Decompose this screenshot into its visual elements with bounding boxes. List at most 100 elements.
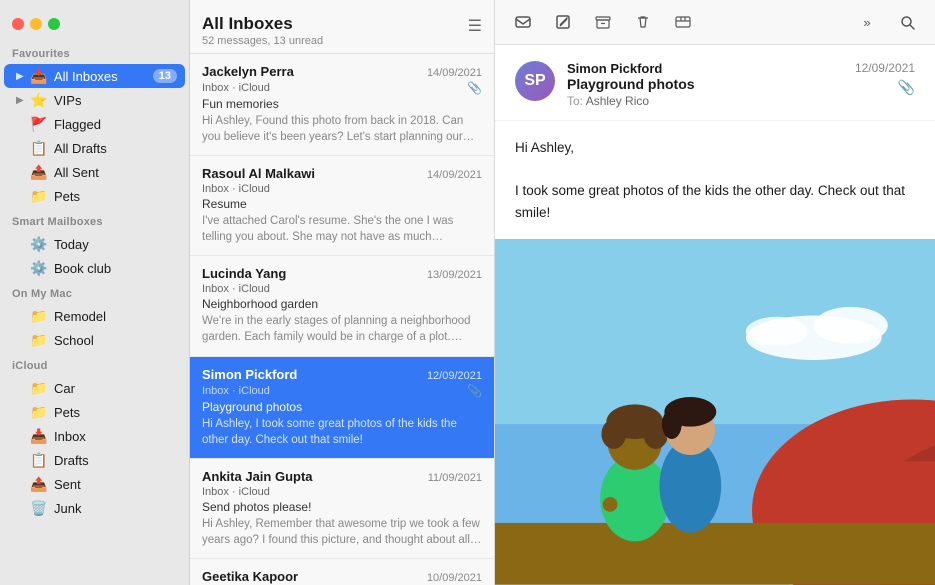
email-item[interactable]: Geetika Kapoor 10/09/2021 Inbox · iCloud… [190, 559, 494, 585]
email-item[interactable]: Ankita Jain Gupta 11/09/2021 Inbox · iCl… [190, 459, 494, 559]
to-label: To: [567, 94, 586, 108]
sidebar-item-car[interactable]: ▶ 📁 Car [4, 376, 185, 400]
attachment-icon: 📎 [467, 384, 482, 398]
book-club-icon: ⚙️ [30, 259, 48, 277]
email-preview: Hi Ashley, I took some great photos of t… [202, 416, 482, 448]
email-subject: Neighborhood garden [202, 297, 482, 311]
sidebar-item-label: Inbox [54, 429, 177, 444]
sidebar-item-junk-icloud[interactable]: ▶ 🗑️ Junk [4, 496, 185, 520]
email-folder: Inbox · iCloud [202, 486, 270, 498]
email-sender: Lucinda Yang [202, 266, 286, 281]
sidebar-item-label: Drafts [54, 453, 177, 468]
inbox-icon: 📥 [30, 67, 48, 85]
sidebar-section-icloud: iCloud [0, 352, 189, 376]
email-item[interactable]: Lucinda Yang 13/09/2021 Inbox · iCloud N… [190, 256, 494, 356]
avatar: SP [515, 61, 555, 101]
sidebar-item-label: Book club [54, 261, 177, 276]
reply-button[interactable] [507, 8, 539, 36]
sidebar-item-drafts-icloud[interactable]: ▶ 📋 Drafts [4, 448, 185, 472]
email-folder: Inbox · iCloud [202, 283, 270, 295]
email-item[interactable]: Jackelyn Perra 14/09/2021 Inbox · iCloud… [190, 54, 494, 156]
junk-icon: 🗑️ [30, 499, 48, 517]
email-date: 14/09/2021 [427, 67, 482, 79]
detail-from: Simon Pickford [567, 61, 843, 76]
compose-button[interactable] [547, 8, 579, 36]
email-folder: Inbox · iCloud [202, 82, 270, 94]
sidebar-section-favourites: Favourites [0, 40, 189, 64]
email-folder: Inbox · iCloud [202, 183, 270, 195]
detail-toolbar: » [495, 0, 935, 45]
email-date: 14/09/2021 [427, 169, 482, 181]
sidebar-item-label: VIPs [54, 93, 177, 108]
sidebar-item-sent-icloud[interactable]: ▶ 📤 Sent [4, 472, 185, 496]
sidebar-item-vips[interactable]: ▶ ⭐ VIPs [4, 88, 185, 112]
folder-icon: 📁 [30, 379, 48, 397]
sidebar-item-book-club[interactable]: ▶ ⚙️ Book club [4, 256, 185, 280]
search-button[interactable] [891, 8, 923, 36]
email-sender: Jackelyn Perra [202, 64, 294, 79]
sidebar-item-school[interactable]: ▶ 📁 School [4, 328, 185, 352]
sidebar-item-label: Sent [54, 477, 177, 492]
sidebar-item-label: Junk [54, 501, 177, 516]
drafts-icon: 📋 [30, 451, 48, 469]
sidebar-item-inbox-icloud[interactable]: ▶ 📥 Inbox [4, 424, 185, 448]
email-date: 13/09/2021 [427, 269, 482, 281]
maximize-button[interactable] [48, 18, 60, 30]
sidebar-item-all-sent[interactable]: ▶ 📤 All Sent [4, 160, 185, 184]
email-preview: Hi Ashley, Remember that awesome trip we… [202, 516, 482, 548]
sidebar-item-label: Today [54, 237, 177, 252]
archive-button[interactable] [587, 8, 619, 36]
to-value: Ashley Rico [586, 94, 649, 108]
detail-date: 12/09/2021 [855, 61, 915, 75]
detail-meta: Simon Pickford Playground photos To: Ash… [567, 61, 843, 108]
sent-icon: 📤 [30, 163, 48, 181]
email-item[interactable]: Rasoul Al Malkawi 14/09/2021 Inbox · iCl… [190, 156, 494, 256]
detail-header-right: 12/09/2021 📎 [855, 61, 915, 96]
email-preview: We're in the early stages of planning a … [202, 313, 482, 345]
close-button[interactable] [12, 18, 24, 30]
window-controls [0, 10, 189, 40]
avatar-initials: SP [524, 72, 545, 90]
folder-icon: 📁 [30, 307, 48, 325]
email-list-title: All Inboxes [202, 14, 323, 34]
email-detail: » SP Simon Pickford Playground photos To… [495, 0, 935, 585]
star-icon: ⭐ [30, 91, 48, 109]
sidebar-item-label: Flagged [54, 117, 177, 132]
chevron-right-icon: » [863, 15, 870, 30]
sidebar-item-label: All Sent [54, 165, 177, 180]
sidebar-item-label: Car [54, 381, 177, 396]
delete-button[interactable] [627, 8, 659, 36]
sidebar-item-flagged[interactable]: ▶ 🚩 Flagged [4, 112, 185, 136]
sidebar-item-pets-icloud[interactable]: ▶ 📁 Pets [4, 400, 185, 424]
sidebar-item-label: Remodel [54, 309, 177, 324]
junk-button[interactable] [667, 8, 699, 36]
more-button[interactable]: » [851, 8, 883, 36]
sidebar-item-remodel[interactable]: ▶ 📁 Remodel [4, 304, 185, 328]
unread-badge: 13 [153, 69, 177, 83]
folder-icon: 📁 [30, 187, 48, 205]
detail-header: SP Simon Pickford Playground photos To: … [495, 45, 935, 121]
sidebar-section-smart: Smart Mailboxes [0, 208, 189, 232]
email-item-selected[interactable]: Simon Pickford 12/09/2021 Inbox · iCloud… [190, 357, 494, 459]
sidebar-item-today[interactable]: ▶ ⚙️ Today [4, 232, 185, 256]
sort-icon[interactable]: ☰ [468, 16, 482, 36]
folder-icon: 📁 [30, 403, 48, 421]
email-sender: Rasoul Al Malkawi [202, 166, 315, 181]
minimize-button[interactable] [30, 18, 42, 30]
today-icon: ⚙️ [30, 235, 48, 253]
inbox-icon: 📥 [30, 427, 48, 445]
sidebar-item-all-inboxes[interactable]: ▶ 📥 All Inboxes 13 [4, 64, 185, 88]
chevron-icon: ▶ [16, 71, 28, 82]
email-sender: Simon Pickford [202, 367, 297, 382]
email-items: Jackelyn Perra 14/09/2021 Inbox · iCloud… [190, 54, 494, 585]
email-list-subtitle: 52 messages, 13 unread [202, 35, 323, 47]
chevron-icon: ▶ [16, 95, 28, 106]
folder-icon: 📁 [30, 331, 48, 349]
sidebar-item-label: School [54, 333, 177, 348]
sidebar-item-all-drafts[interactable]: ▶ 📋 All Drafts [4, 136, 185, 160]
email-subject: Resume [202, 197, 482, 211]
sidebar-item-label: All Inboxes [54, 69, 153, 84]
sidebar-item-pets-fav[interactable]: ▶ 📁 Pets [4, 184, 185, 208]
email-subject: Playground photos [202, 400, 482, 414]
email-date: 11/09/2021 [428, 472, 482, 484]
